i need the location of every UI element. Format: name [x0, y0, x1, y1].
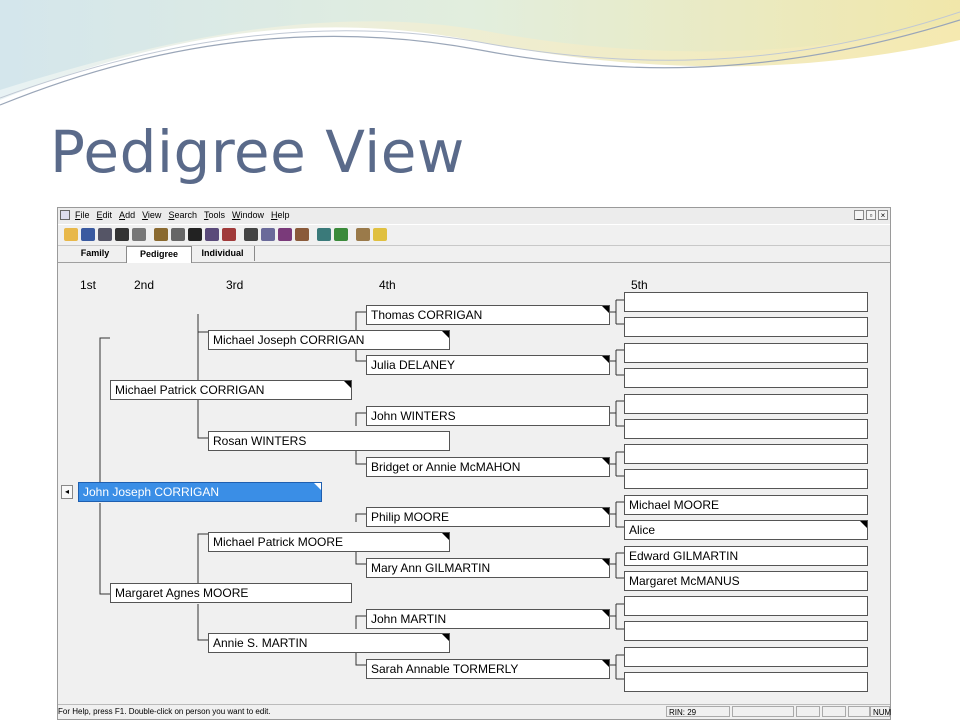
pedigree-canvas: 1st 2nd 3rd 4th 5th ◂ John Joseph CORRIG… — [58, 263, 890, 703]
person-gen5-7[interactable] — [624, 444, 868, 464]
menu-tools[interactable]: Tools — [204, 210, 225, 220]
add-person-icon[interactable] — [205, 228, 219, 241]
person-gen5-3[interactable] — [624, 343, 868, 363]
help-icon[interactable] — [373, 228, 387, 241]
person-name: Margaret Agnes MOORE — [115, 586, 249, 600]
person-name: Michael Joseph CORRIGAN — [213, 333, 365, 347]
person-gen5-9[interactable]: Michael MOORE — [624, 495, 868, 515]
person-name: Michael Patrick CORRIGAN — [115, 383, 265, 397]
menu-window[interactable]: Window — [232, 210, 264, 220]
person-root[interactable]: John Joseph CORRIGAN — [78, 482, 322, 502]
person-gen5-6[interactable] — [624, 419, 868, 439]
status-pane-blank-4 — [848, 706, 870, 717]
person-gen5-16[interactable] — [624, 672, 868, 692]
relationship-icon[interactable] — [278, 228, 292, 241]
camera-icon[interactable] — [188, 228, 202, 241]
person-gen5-13[interactable] — [624, 596, 868, 616]
person-gen4-8[interactable]: Sarah Annable TORMERLY — [366, 659, 610, 679]
descendants-icon[interactable] — [295, 228, 309, 241]
person-gen4-7[interactable]: John MARTIN — [366, 609, 610, 629]
status-rin: RIN: 29 — [666, 706, 730, 717]
find-person-icon[interactable] — [261, 228, 275, 241]
status-bar: For Help, press F1. Double-click on pers… — [58, 704, 891, 719]
person-name: Alice — [629, 523, 656, 537]
report-icon[interactable] — [115, 228, 129, 241]
person-name: Michael MOORE — [629, 498, 720, 512]
minimize-button[interactable]: _ — [854, 210, 864, 220]
person-gen5-5[interactable] — [624, 394, 868, 414]
person-name: Margaret McMANUS — [629, 574, 740, 588]
menu-edit[interactable]: Edit — [97, 210, 113, 220]
person-gen5-8[interactable] — [624, 469, 868, 489]
person-name: Thomas CORRIGAN — [371, 308, 483, 322]
notes-icon[interactable] — [171, 228, 185, 241]
toolbar — [58, 224, 890, 246]
person-maternal-grandfather[interactable]: Michael Patrick MOORE — [208, 532, 450, 552]
person-name: Annie S. MARTIN — [213, 636, 308, 650]
back-arrow-button[interactable]: ◂ — [61, 485, 73, 499]
person-gen5-2[interactable] — [624, 317, 868, 337]
person-gen4-2[interactable]: Julia DELANEY — [366, 355, 610, 375]
person-gen5-14[interactable] — [624, 621, 868, 641]
person-gen4-5[interactable]: Philip MOORE — [366, 507, 610, 527]
person-mother[interactable]: Margaret Agnes MOORE — [110, 583, 352, 603]
restore-button[interactable]: ▫ — [866, 210, 876, 220]
app-window: File Edit Add View Search Tools Window H… — [57, 207, 891, 720]
person-maternal-grandmother[interactable]: Annie S. MARTIN — [208, 633, 450, 653]
person-gen5-12[interactable]: Margaret McMANUS — [624, 571, 868, 591]
search-icon[interactable] — [244, 228, 258, 241]
person-name: John MARTIN — [371, 612, 447, 626]
person-gen5-10[interactable]: Alice — [624, 520, 868, 540]
internet-icon[interactable] — [334, 228, 348, 241]
tree-icon[interactable] — [356, 228, 370, 241]
view-tabs: Family Pedigree Individual — [58, 245, 890, 263]
status-num: NUM — [870, 706, 891, 717]
slide-title: Pedigree View — [50, 118, 465, 186]
person-name: Rosan WINTERS — [213, 434, 307, 448]
person-gen5-15[interactable] — [624, 647, 868, 667]
print-icon[interactable] — [132, 228, 146, 241]
status-pane-blank-2 — [796, 706, 820, 717]
person-name: John WINTERS — [371, 409, 456, 423]
tab-family[interactable]: Family — [64, 246, 127, 261]
app-icon — [60, 210, 70, 220]
status-message: For Help, press F1. Double-click on pers… — [58, 707, 271, 716]
family-icon[interactable] — [222, 228, 236, 241]
person-gen5-1[interactable] — [624, 292, 868, 312]
person-gen4-3[interactable]: John WINTERS — [366, 406, 610, 426]
person-name: Mary Ann GILMARTIN — [371, 561, 491, 575]
menu-bar: File Edit Add View Search Tools Window H… — [58, 208, 890, 224]
person-gen5-4[interactable] — [624, 368, 868, 388]
person-gen4-4[interactable]: Bridget or Annie McMAHON — [366, 457, 610, 477]
person-gen5-11[interactable]: Edward GILMARTIN — [624, 546, 868, 566]
person-name: John Joseph CORRIGAN — [83, 485, 220, 499]
person-name: Bridget or Annie McMAHON — [371, 460, 521, 474]
person-name: Sarah Annable TORMERLY — [371, 662, 519, 676]
person-gen4-6[interactable]: Mary Ann GILMARTIN — [366, 558, 610, 578]
person-father[interactable]: Michael Patrick CORRIGAN — [110, 380, 352, 400]
person-paternal-grandmother[interactable]: Rosan WINTERS — [208, 431, 450, 451]
person-name: Michael Patrick MOORE — [213, 535, 344, 549]
menu-view[interactable]: View — [142, 210, 161, 220]
person-name: Philip MOORE — [371, 510, 450, 524]
person-name: Edward GILMARTIN — [629, 549, 739, 563]
edit-person-icon[interactable] — [154, 228, 168, 241]
research-icon[interactable] — [317, 228, 331, 241]
backup-icon[interactable] — [98, 228, 112, 241]
menu-add[interactable]: Add — [119, 210, 135, 220]
menu-search[interactable]: Search — [168, 210, 197, 220]
status-pane-blank-3 — [822, 706, 846, 717]
person-gen4-1[interactable]: Thomas CORRIGAN — [366, 305, 610, 325]
person-paternal-grandfather[interactable]: Michael Joseph CORRIGAN — [208, 330, 450, 350]
menu-help[interactable]: Help — [271, 210, 290, 220]
tab-pedigree[interactable]: Pedigree — [126, 246, 192, 263]
save-icon[interactable] — [81, 228, 95, 241]
close-button[interactable]: × — [878, 210, 888, 220]
tab-individual[interactable]: Individual — [191, 246, 255, 261]
status-pane-blank-1 — [732, 706, 794, 717]
person-name: Julia DELANEY — [371, 358, 456, 372]
open-folder-icon[interactable] — [64, 228, 78, 241]
menu-file[interactable]: File — [75, 210, 90, 220]
